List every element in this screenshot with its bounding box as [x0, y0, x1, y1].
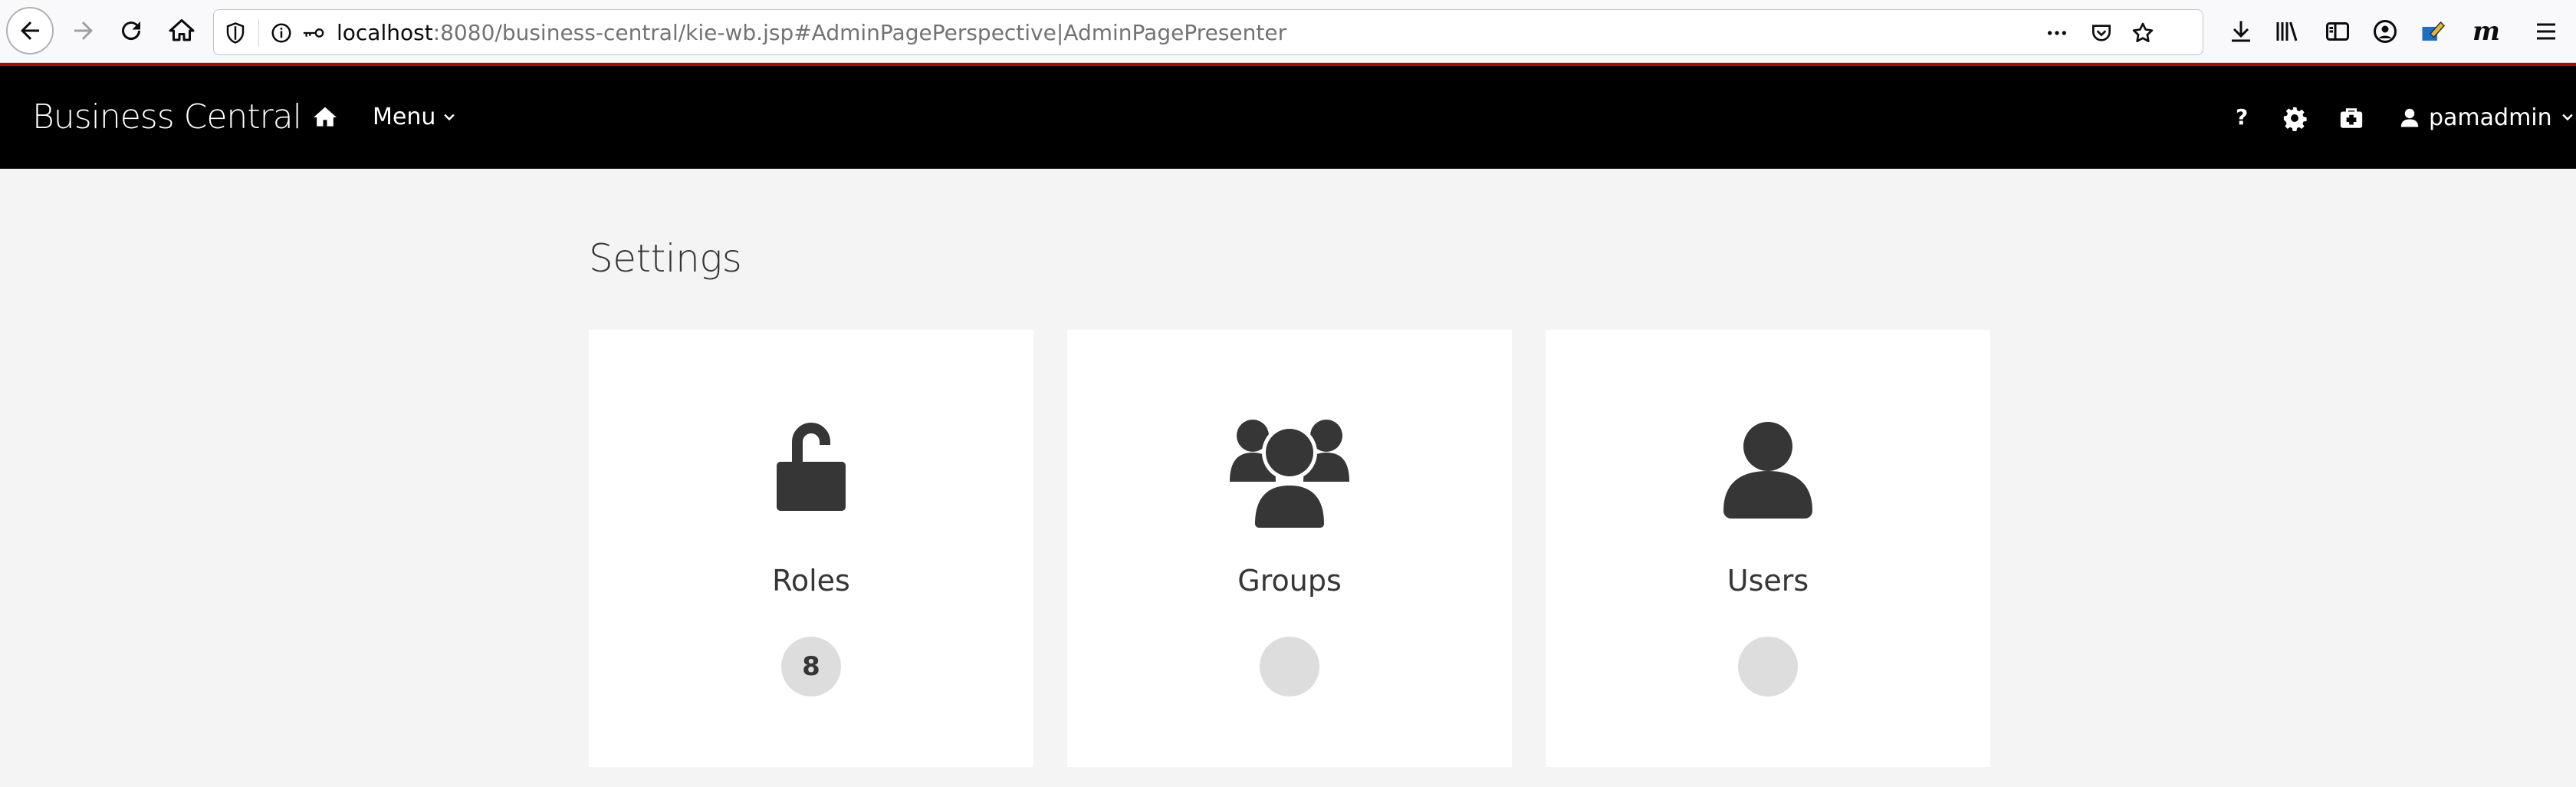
groups-card[interactable]: Groups: [1067, 330, 1512, 767]
bookmark-star-button[interactable]: [2128, 19, 2158, 47]
chevron-down-icon: [444, 114, 455, 121]
brand-logo[interactable]: Business Central: [32, 66, 302, 169]
menu-label: Menu: [373, 104, 436, 130]
info-icon[interactable]: [268, 19, 295, 47]
browser-toolbar: localhost:8080/business-central/kie-wb.j…: [0, 0, 2576, 63]
url-path: :8080/business-central/kie-wb.jsp#AdminP…: [432, 20, 1287, 45]
sidebar-button[interactable]: [2321, 15, 2354, 48]
pocket-icon: [2092, 25, 2111, 41]
pocket-button[interactable]: [2086, 19, 2117, 47]
briefcase-icon[interactable]: [2338, 105, 2364, 131]
key-icon[interactable]: [297, 19, 330, 47]
url-text[interactable]: localhost:8080/business-central/kie-wb.j…: [337, 10, 1286, 56]
user-menu[interactable]: pamadmin: [2398, 66, 2575, 169]
reload-button[interactable]: [107, 7, 155, 54]
star-icon: [2132, 22, 2154, 42]
address-divider: [258, 19, 259, 47]
chevron-down-icon: [2561, 114, 2573, 121]
users-count-badge: [1738, 637, 1798, 696]
url-host: localhost: [337, 20, 433, 45]
groups-label: Groups: [1237, 564, 1342, 598]
account-icon: [2374, 20, 2397, 43]
account-button[interactable]: [2369, 15, 2401, 48]
help-button[interactable]: ?: [2236, 66, 2248, 169]
users-icon: [1230, 420, 1349, 528]
app-menu-button[interactable]: [2530, 15, 2562, 48]
sidebar-icon: [2326, 22, 2349, 41]
reload-icon: [122, 21, 141, 41]
arrow-left-icon: [21, 21, 39, 40]
users-card[interactable]: Users: [1546, 330, 1990, 767]
app-header: Business Central Menu ? pamadmin: [0, 66, 2576, 169]
tracking-shield-icon[interactable]: [222, 19, 249, 47]
downloads-button[interactable]: [2225, 15, 2257, 48]
unlock-icon: [777, 423, 846, 511]
library-button[interactable]: [2271, 15, 2303, 48]
home-icon: [169, 19, 195, 41]
more-horizontal-icon: [2048, 31, 2066, 35]
page-title: Settings: [589, 236, 742, 281]
roles-card[interactable]: Roles 8: [589, 330, 1033, 767]
page-actions-button[interactable]: [2042, 19, 2072, 47]
extension-m-button[interactable]: m: [2470, 15, 2502, 48]
back-button[interactable]: [6, 7, 54, 54]
library-icon: [2276, 21, 2298, 41]
user-icon: [2400, 108, 2419, 127]
arrow-right-icon: [74, 21, 93, 40]
home-icon[interactable]: [310, 102, 340, 133]
extension-button[interactable]: [2417, 15, 2449, 48]
address-bar[interactable]: localhost:8080/business-central/kie-wb.j…: [213, 9, 2203, 55]
download-icon: [2232, 21, 2250, 42]
roles-label: Roles: [772, 564, 850, 598]
forward-button[interactable]: [60, 7, 107, 54]
user-icon: [1723, 422, 1812, 519]
username: pamadmin: [2429, 104, 2552, 131]
hamburger-icon: [2537, 23, 2555, 40]
menu-dropdown[interactable]: Menu: [373, 66, 457, 169]
home-button[interactable]: [158, 7, 205, 54]
roles-count-badge: 8: [781, 637, 841, 696]
gear-icon[interactable]: [2282, 105, 2308, 131]
users-label: Users: [1727, 564, 1809, 598]
groups-count-badge: [1260, 637, 1319, 696]
extension-icon: [2422, 21, 2446, 41]
